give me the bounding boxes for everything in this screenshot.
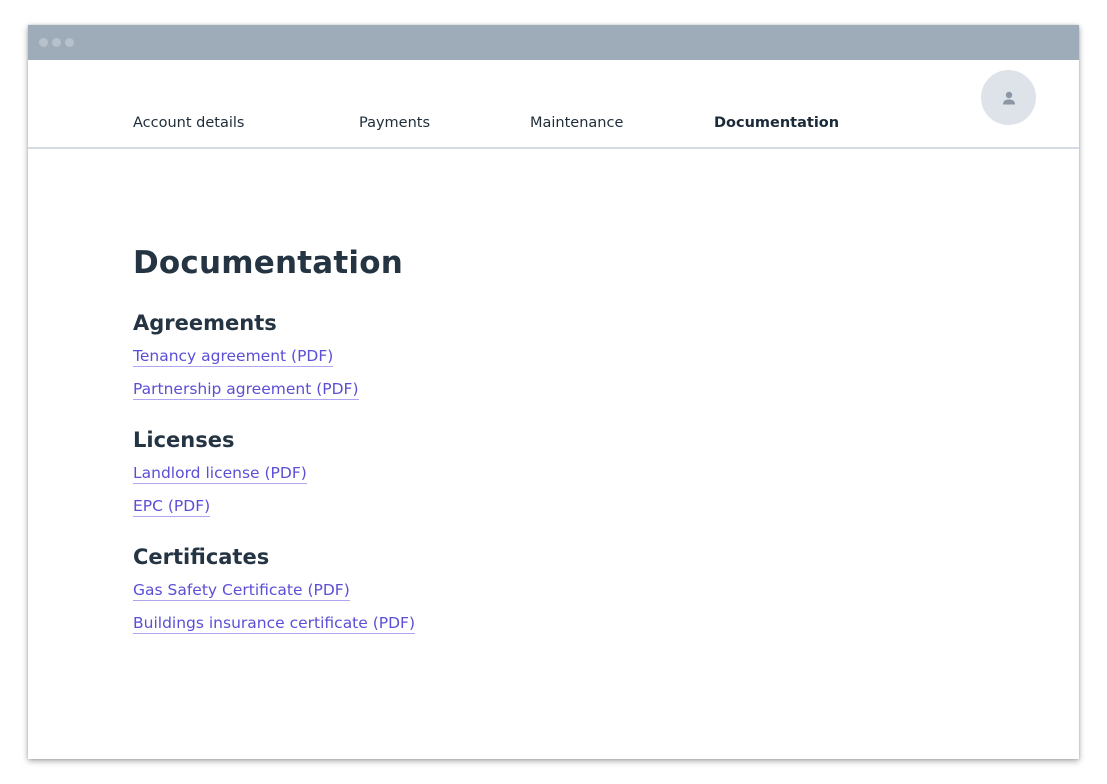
maximize-window-dot[interactable]: [65, 38, 74, 47]
link-partnership-agreement[interactable]: Partnership agreement (PDF): [133, 380, 359, 400]
user-icon: [1002, 91, 1015, 104]
link-gas-safety-certificate[interactable]: Gas Safety Certificate (PDF): [133, 581, 350, 601]
link-epc[interactable]: EPC (PDF): [133, 497, 211, 517]
browser-window: Account details Payments Maintenance Doc…: [28, 25, 1079, 759]
link-buildings-insurance-certificate[interactable]: Buildings insurance certificate (PDF): [133, 614, 416, 634]
top-navigation: Account details Payments Maintenance Doc…: [28, 60, 1079, 149]
section-heading-agreements: Agreements: [133, 311, 277, 335]
page-title: Documentation: [133, 245, 404, 281]
window-titlebar: [28, 25, 1079, 60]
tab-documentation[interactable]: Documentation: [714, 115, 839, 131]
section-agreements: Agreements Tenancy agreement (PDF) Partn…: [133, 311, 415, 400]
link-landlord-license[interactable]: Landlord license (PDF): [133, 464, 307, 484]
tab-maintenance[interactable]: Maintenance: [530, 115, 714, 131]
tab-account-details[interactable]: Account details: [133, 115, 359, 131]
section-certificates: Certificates Gas Safety Certificate (PDF…: [133, 545, 416, 634]
nav-tabs: Account details Payments Maintenance Doc…: [133, 115, 839, 131]
window-controls: [39, 38, 74, 47]
user-avatar-button[interactable]: [981, 70, 1036, 125]
link-tenancy-agreement[interactable]: Tenancy agreement (PDF): [133, 347, 334, 367]
section-heading-certificates: Certificates: [133, 545, 270, 569]
tab-payments[interactable]: Payments: [359, 115, 530, 131]
section-heading-licenses: Licenses: [133, 428, 235, 452]
close-window-dot[interactable]: [39, 38, 48, 47]
main-content: Documentation Agreements Tenancy agreeme…: [133, 245, 416, 647]
minimize-window-dot[interactable]: [52, 38, 61, 47]
section-licenses: Licenses Landlord license (PDF) EPC (PDF…: [133, 428, 415, 517]
